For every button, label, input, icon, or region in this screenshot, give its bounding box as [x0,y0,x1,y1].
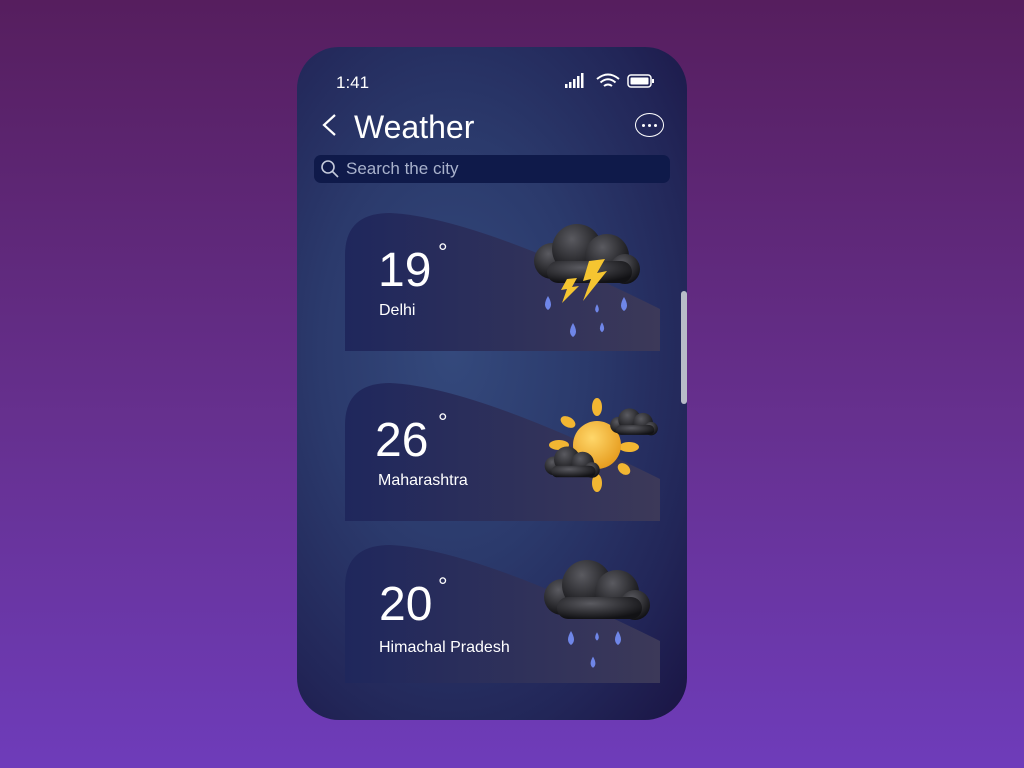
search-placeholder: Search the city [346,159,459,178]
degree-symbol: ° [438,573,448,600]
sun-clouds-icon [544,398,658,492]
scrollbar[interactable] [681,291,687,404]
degree-symbol: ° [438,409,448,436]
search-input[interactable]: Search the city [314,155,670,183]
rain-cloud-icon [544,560,650,668]
temperature: 26 [375,414,429,467]
city-name: Maharashtra [378,472,468,489]
battery-icon [627,74,654,88]
page-title: Weather [354,109,475,145]
city-name: Delhi [379,302,416,319]
city-name: Himachal Pradesh [379,639,510,656]
status-icons [565,73,654,88]
weather-card-delhi[interactable]: 19 ° Delhi [345,213,660,351]
phone-screen: 1:41 Weather Search the city 19 ° Delhi … [297,47,687,720]
temperature: 19 [378,244,432,297]
degree-symbol: ° [438,239,448,266]
weather-card-maharashtra[interactable]: 26 ° Maharashtra [345,383,660,521]
search-icon [321,160,339,178]
more-options-button[interactable] [635,113,664,137]
status-time: 1:41 [336,73,370,92]
wifi-icon [596,73,620,87]
temperature: 20 [379,578,433,631]
chevron-left-icon[interactable] [319,111,341,139]
thunderstorm-rain-icon [534,224,640,337]
signal-icon [565,73,584,88]
weather-card-himachal-pradesh[interactable]: 20 ° Himachal Pradesh [345,545,660,683]
